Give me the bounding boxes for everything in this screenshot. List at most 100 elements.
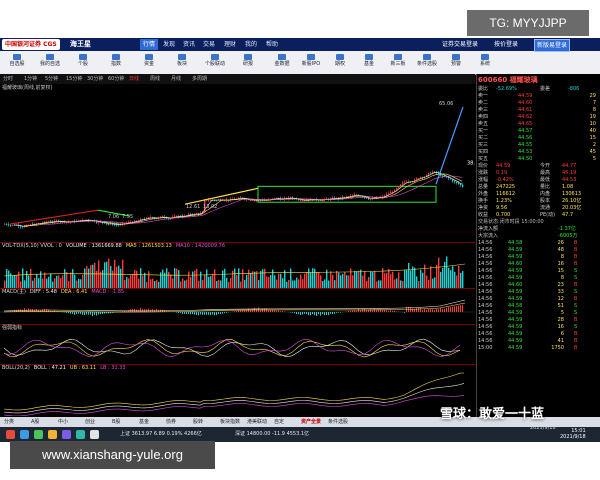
toolbar-button-5[interactable]: 板块: [168, 53, 196, 72]
macd-bar: [88, 312, 89, 315]
macd-bar: [348, 310, 349, 312]
bottom-tab-8[interactable]: 板块指数: [220, 418, 240, 426]
taskbar-app-icon[interactable]: [48, 430, 57, 439]
macd-bar: [336, 312, 337, 313]
bottom-tab-11[interactable]: 资产全景: [301, 418, 321, 426]
period-tab-7[interactable]: 周线: [150, 75, 160, 83]
bottom-tab-12[interactable]: 条件选股: [328, 418, 348, 426]
volume-bar: [348, 275, 350, 288]
toolbar-button-7[interactable]: 研报: [234, 53, 262, 72]
bottom-tab-0[interactable]: 分类: [4, 418, 14, 426]
boll-line-2: [3, 395, 465, 416]
price-chart[interactable]: 65.06 7.067.55 12.6113.02 38.73: [0, 92, 475, 242]
taskbar-app-icon[interactable]: [76, 430, 85, 439]
toolbar-button-6[interactable]: 个股联动: [201, 53, 229, 72]
menu-item-6[interactable]: 帮助: [263, 39, 281, 50]
toolbar-button-11[interactable]: 基金: [355, 53, 383, 72]
quote-cell: S: [574, 303, 578, 309]
macd-bar: [338, 312, 339, 313]
toolbar-button-9[interactable]: 新股IPO: [297, 53, 325, 72]
period-tab-8[interactable]: 月线: [171, 75, 181, 83]
macd-bar: [280, 311, 281, 312]
taskbar-app-icon[interactable]: [62, 430, 71, 439]
volume-bar: [70, 272, 72, 288]
macd-bar: [438, 309, 439, 312]
quote-cell: B: [574, 261, 578, 267]
toolbar-button-8[interactable]: 金数据: [268, 53, 296, 72]
indicator-value: LB : 31.33: [100, 365, 126, 371]
bottom-tab-2[interactable]: 中小: [58, 418, 68, 426]
menu-item-5[interactable]: 我的: [242, 39, 260, 50]
period-tab-6[interactable]: 日线: [129, 75, 139, 83]
toolbar-button-14[interactable]: 预警: [442, 53, 470, 72]
period-tab-1[interactable]: 1分钟: [24, 75, 37, 83]
bottom-tab-1[interactable]: A股: [31, 418, 39, 426]
quote-cell: 卖五: [478, 121, 489, 127]
kdj-line-2: [3, 338, 461, 358]
volume-bar: [190, 277, 192, 288]
bottom-tab-5[interactable]: 基金: [139, 418, 149, 426]
menu-item-2[interactable]: 资讯: [180, 39, 198, 50]
volume-bar: [142, 275, 144, 288]
quote-cell: 最低: [540, 177, 551, 183]
macd-bar: [78, 312, 79, 314]
taskbar-app-icon[interactable]: [6, 430, 15, 439]
bottom-tab-10[interactable]: 自定: [274, 418, 284, 426]
bottom-tab-3[interactable]: 创业: [85, 418, 95, 426]
top-button-1[interactable]: 按价登录: [492, 39, 520, 50]
candle: [416, 178, 418, 180]
taskbar-app-icon[interactable]: [34, 430, 43, 439]
toolbar-button-4[interactable]: 资金: [135, 53, 163, 72]
macd-bar: [388, 310, 389, 312]
quote-cell: B: [574, 240, 578, 246]
toolbar-button-13[interactable]: 条件选股: [413, 53, 441, 72]
index-ticker-2: 深证 14800.00 -11.9 4553.1亿: [235, 431, 310, 437]
menu-item-0[interactable]: 行情: [140, 39, 159, 50]
volume-bar: [114, 259, 116, 288]
bottom-tab-7[interactable]: 股转: [193, 418, 203, 426]
toolbar-button-15[interactable]: 系统: [471, 53, 499, 72]
macd-bar: [386, 310, 387, 312]
toolbar-button-12[interactable]: 新三板: [384, 53, 412, 72]
toolbar-button-2[interactable]: 个股: [69, 53, 97, 72]
candle: [458, 182, 460, 184]
taskbar-app-icon[interactable]: [20, 430, 29, 439]
macd-bar: [190, 312, 191, 315]
period-tab-2[interactable]: 5分钟: [45, 75, 58, 83]
toolbar-label: 研报: [242, 61, 253, 67]
indicator-value: MA10 : 1420009.76: [175, 243, 226, 249]
volume-bar: [402, 281, 404, 288]
volume-bar: [340, 275, 342, 288]
quote-cell: 涨幅: [478, 177, 489, 183]
menu-item-4[interactable]: 理财: [221, 39, 239, 50]
top-button-2[interactable]: 新版易登录: [534, 39, 571, 52]
toolbar-button-0[interactable]: 自选股: [3, 53, 31, 72]
bottom-tab-6[interactable]: 债券: [166, 418, 176, 426]
quote-cell: 15: [557, 268, 564, 274]
toolbar-button-1[interactable]: 我的自选: [36, 53, 64, 72]
period-tab-9[interactable]: 多周期: [192, 75, 207, 83]
quote-cell: 44.59: [508, 254, 523, 260]
volume-bar: [460, 272, 462, 288]
top-button-0[interactable]: 证券交易登录: [440, 39, 480, 50]
menu-item-1[interactable]: 发现: [160, 39, 178, 50]
quote-cell: 44.59: [508, 345, 523, 351]
period-tab-0[interactable]: 分时: [3, 75, 13, 83]
period-tab-5[interactable]: 60分钟: [108, 75, 124, 83]
bottom-tab-4[interactable]: B股: [112, 418, 120, 426]
period-tab-3[interactable]: 15分钟: [66, 75, 82, 83]
taskbar-app-icon[interactable]: [90, 430, 99, 439]
toolbar-button-3[interactable]: 指数: [102, 53, 130, 72]
toolbar-button-10[interactable]: 期权: [326, 53, 354, 72]
volume-bar: [92, 264, 94, 288]
quote-cell: 14:56: [478, 331, 493, 337]
bottom-tab-9[interactable]: 港美联动: [247, 418, 267, 426]
volume-bar: [168, 271, 170, 288]
period-tab-4[interactable]: 30分钟: [87, 75, 103, 83]
macd-bar: [134, 308, 135, 312]
candle: [400, 184, 402, 187]
volume-bar: [36, 274, 38, 288]
volume-bar: [140, 268, 142, 288]
menu-item-3[interactable]: 交易: [200, 39, 218, 50]
quote-cell: 44.59: [508, 338, 523, 344]
